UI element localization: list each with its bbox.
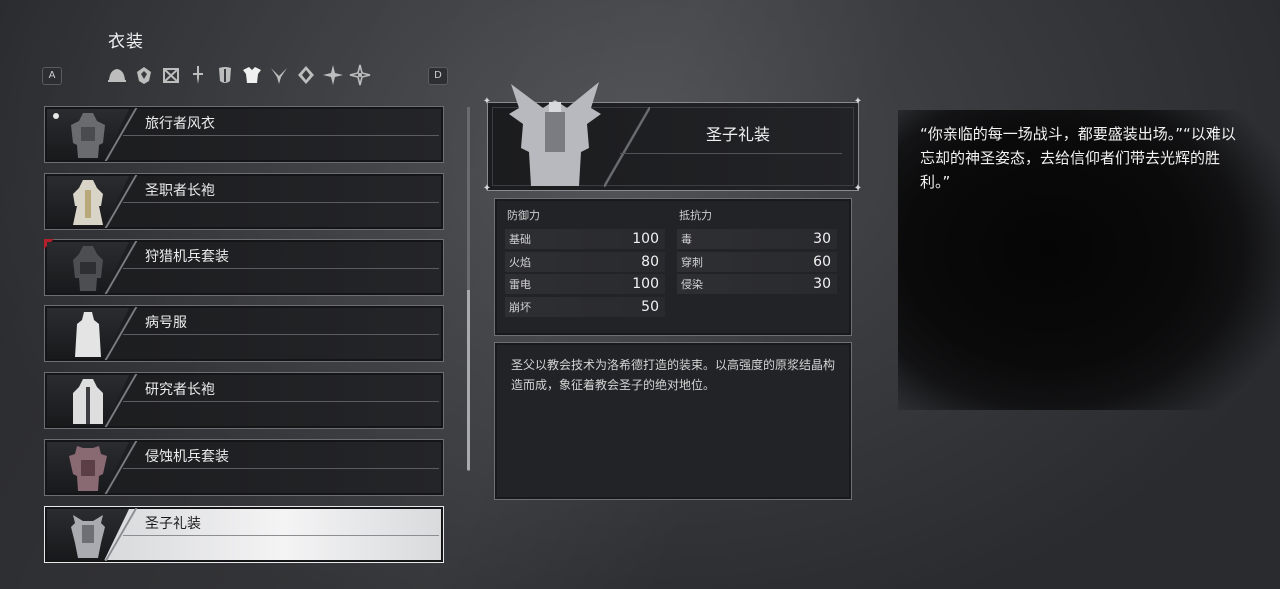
claw-icon[interactable] bbox=[268, 64, 290, 86]
outfit-name: 研究者长袍 bbox=[145, 382, 215, 398]
stat-label: 崩坏 bbox=[509, 300, 531, 314]
outfit-item[interactable]: 圣职者长袍 bbox=[44, 173, 444, 230]
header-slash bbox=[604, 107, 650, 187]
helmet-icon[interactable] bbox=[106, 64, 128, 86]
rune-icon[interactable] bbox=[295, 64, 317, 86]
divider-line bbox=[123, 401, 439, 402]
new-indicator bbox=[53, 113, 59, 119]
gem-icon[interactable] bbox=[133, 64, 155, 86]
stat-row: 穿刺 60 bbox=[677, 251, 837, 272]
divider-line bbox=[123, 202, 439, 203]
divider-line bbox=[123, 468, 439, 469]
outfit-item[interactable]: 病号服 bbox=[44, 305, 444, 362]
stat-label: 毒 bbox=[681, 233, 692, 246]
scrollbar-thumb[interactable] bbox=[467, 290, 470, 470]
outfit-name: 旅行者风衣 bbox=[145, 116, 215, 132]
defense-heading: 防御力 bbox=[507, 209, 540, 222]
divider-line bbox=[123, 135, 439, 136]
outfit-name: 圣职者长袍 bbox=[145, 183, 215, 199]
divider-line bbox=[123, 268, 439, 269]
page-title: 衣装 bbox=[108, 32, 144, 52]
stat-value: 60 bbox=[813, 253, 831, 270]
header-divider bbox=[620, 153, 842, 154]
quote-panel: “你亲临的每一场战斗，都要盛装出场。”“以难以忘却的神圣姿态，去给信仰者们带去光… bbox=[898, 110, 1280, 410]
outfit-name: 圣子礼装 bbox=[145, 516, 201, 532]
stat-label: 基础 bbox=[509, 233, 531, 246]
stat-row: 火焰 80 bbox=[505, 251, 665, 272]
stat-value: 80 bbox=[641, 253, 659, 270]
outfit-item-selected[interactable]: 圣子礼装 bbox=[44, 506, 444, 563]
ornament-corner-icon: ✦ bbox=[853, 96, 863, 107]
ornament-corner-icon: ✦ bbox=[482, 96, 492, 107]
stat-label: 火焰 bbox=[509, 255, 531, 269]
stat-row: 崩坏 50 bbox=[505, 296, 665, 317]
stat-value: 30 bbox=[813, 276, 831, 292]
ornament-corner-icon: ✦ bbox=[853, 183, 863, 194]
stat-row: 基础 100 bbox=[505, 229, 665, 249]
stat-value: 50 bbox=[641, 298, 659, 315]
outfit-item[interactable]: 侵蚀机兵套装 bbox=[44, 439, 444, 496]
stat-value: 30 bbox=[813, 231, 831, 247]
outfit-name: 侵蚀机兵套装 bbox=[145, 449, 229, 465]
divider-line bbox=[123, 535, 439, 536]
stat-row: 侵染 30 bbox=[677, 274, 837, 294]
outfit-name: 狩猎机兵套装 bbox=[145, 249, 229, 265]
stat-row: 毒 30 bbox=[677, 229, 837, 249]
stat-value: 100 bbox=[632, 276, 659, 292]
key-hint-next[interactable]: D bbox=[428, 67, 448, 85]
description-panel: 圣父以教会技术为洛希德打造的装束。以高强度的原浆结晶构造而成，象征着教会圣子的绝… bbox=[494, 342, 852, 500]
resistance-heading: 抵抗力 bbox=[679, 209, 712, 222]
defense-column: 防御力 基础 100 火焰 80 雷电 100 崩坏 50 bbox=[505, 207, 665, 319]
stat-label: 雷电 bbox=[509, 278, 531, 291]
key-hint-previous[interactable]: A bbox=[42, 67, 62, 85]
star-icon[interactable] bbox=[322, 64, 344, 86]
detail-outfit-figure bbox=[509, 82, 601, 186]
outfit-name: 病号服 bbox=[145, 315, 187, 331]
outfit-item[interactable]: 狩猎机兵套装 bbox=[44, 239, 444, 296]
outfit-description: 圣父以教会技术为洛希德打造的装束。以高强度的原浆结晶构造而成，象征着教会圣子的绝… bbox=[511, 358, 836, 392]
outfit-quote: “你亲临的每一场战斗，都要盛装出场。”“以难以忘却的神圣姿态，去给信仰者们带去光… bbox=[920, 125, 1236, 191]
category-tabs bbox=[106, 64, 371, 86]
stat-label: 侵染 bbox=[681, 278, 703, 291]
armor-icon[interactable] bbox=[241, 64, 263, 86]
sword-icon[interactable] bbox=[187, 64, 209, 86]
stat-value: 100 bbox=[632, 231, 659, 247]
shuriken-icon[interactable] bbox=[349, 64, 371, 86]
mask-icon[interactable] bbox=[214, 64, 236, 86]
stat-label: 穿刺 bbox=[681, 255, 703, 269]
outfit-item[interactable]: 旅行者风衣 bbox=[44, 106, 444, 163]
stats-panel: 防御力 基础 100 火焰 80 雷电 100 崩坏 50 抵抗力 毒 30 穿刺 60 侵… bbox=[494, 198, 852, 336]
resistance-column: 抵抗力 毒 30 穿刺 60 侵染 30 bbox=[677, 207, 837, 297]
stat-row: 雷电 100 bbox=[505, 274, 665, 294]
detail-outfit-name: 圣子礼装 bbox=[705, 125, 770, 144]
ornament-corner-icon: ✦ bbox=[482, 183, 492, 194]
box-icon[interactable] bbox=[160, 64, 182, 86]
divider-line bbox=[123, 334, 439, 335]
outfit-item[interactable]: 研究者长袍 bbox=[44, 372, 444, 429]
